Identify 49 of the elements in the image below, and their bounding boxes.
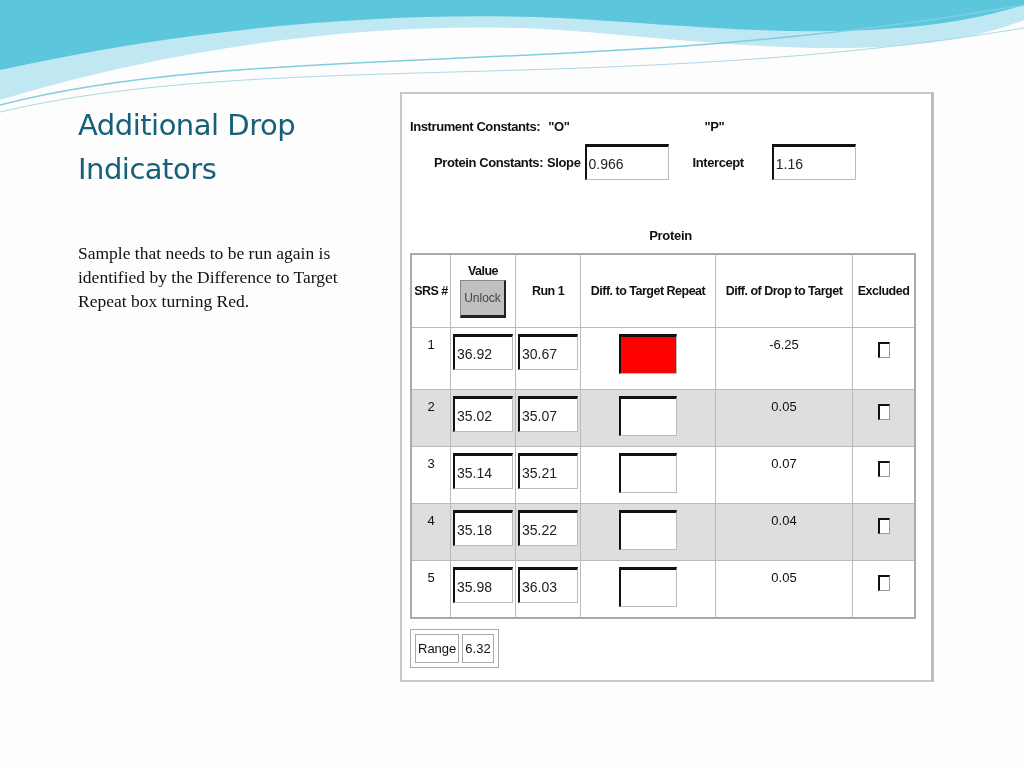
slope-input[interactable]: 0.966: [584, 144, 669, 180]
value-input[interactable]: 35.98: [453, 567, 513, 603]
run-input[interactable]: 35.07: [518, 396, 578, 432]
srs-number: 3: [427, 455, 435, 471]
srs-number: 4: [427, 512, 435, 528]
intercept-input[interactable]: 1.16: [771, 144, 856, 180]
excluded-checkbox[interactable]: [877, 342, 890, 358]
srs-number: 1: [427, 336, 435, 352]
column-header: Run 1: [515, 254, 581, 328]
diff-drop-value: 0.05: [771, 398, 797, 414]
range-value: 6.32: [462, 634, 494, 663]
instrument-constants-label: Instrument Constants:: [410, 118, 541, 134]
column-header: SRS #: [411, 254, 451, 328]
diff-target-repeat-input[interactable]: [619, 453, 677, 493]
diff-target-repeat-input[interactable]: [619, 334, 677, 374]
diff-drop-value: -6.25: [769, 336, 799, 352]
value-input[interactable]: 36.92: [453, 334, 513, 370]
excluded-checkbox[interactable]: [877, 575, 890, 591]
instrument-o-label: "O": [548, 118, 570, 134]
diff-drop-value: 0.04: [771, 512, 797, 528]
run-input[interactable]: 35.21: [518, 453, 578, 489]
diff-drop-value: 0.07: [771, 455, 797, 471]
column-header: Value: [467, 264, 499, 278]
value-input[interactable]: 35.02: [453, 396, 513, 432]
diff-target-repeat-input[interactable]: [619, 510, 677, 550]
excluded-checkbox[interactable]: [877, 404, 890, 420]
range-label: Range: [415, 634, 460, 663]
value-input[interactable]: 35.14: [453, 453, 513, 489]
intercept-label: Intercept: [692, 154, 744, 170]
column-header: Diff. to Target Repeat: [580, 254, 716, 328]
slide-body-text: Sample that needs to be run again is identified by the Difference to Target Repeat box turning Red.: [78, 242, 339, 313]
slope-label: Slope: [547, 154, 581, 170]
run-input[interactable]: 30.67: [518, 334, 578, 370]
srs-number: 2: [427, 398, 435, 414]
diff-drop-value: 0.05: [771, 569, 797, 585]
slide-title: Additional Drop Indicators: [78, 107, 297, 188]
excluded-checkbox[interactable]: [877, 461, 890, 477]
excluded-checkbox[interactable]: [877, 518, 890, 534]
diff-target-repeat-input[interactable]: [619, 396, 677, 436]
run-input[interactable]: 35.22: [518, 510, 578, 546]
column-header: Diff. of Drop to Target: [715, 254, 853, 328]
table-title: Protein: [649, 228, 692, 243]
run-input[interactable]: 36.03: [518, 567, 578, 603]
instrument-p-label: "P": [704, 118, 725, 134]
value-input[interactable]: 35.18: [453, 510, 513, 546]
protein-constants-label: Protein Constants:: [434, 154, 544, 170]
diff-target-repeat-input[interactable]: [619, 567, 677, 607]
srs-number: 5: [427, 569, 435, 585]
unlock-button[interactable]: Unlock: [460, 280, 506, 318]
